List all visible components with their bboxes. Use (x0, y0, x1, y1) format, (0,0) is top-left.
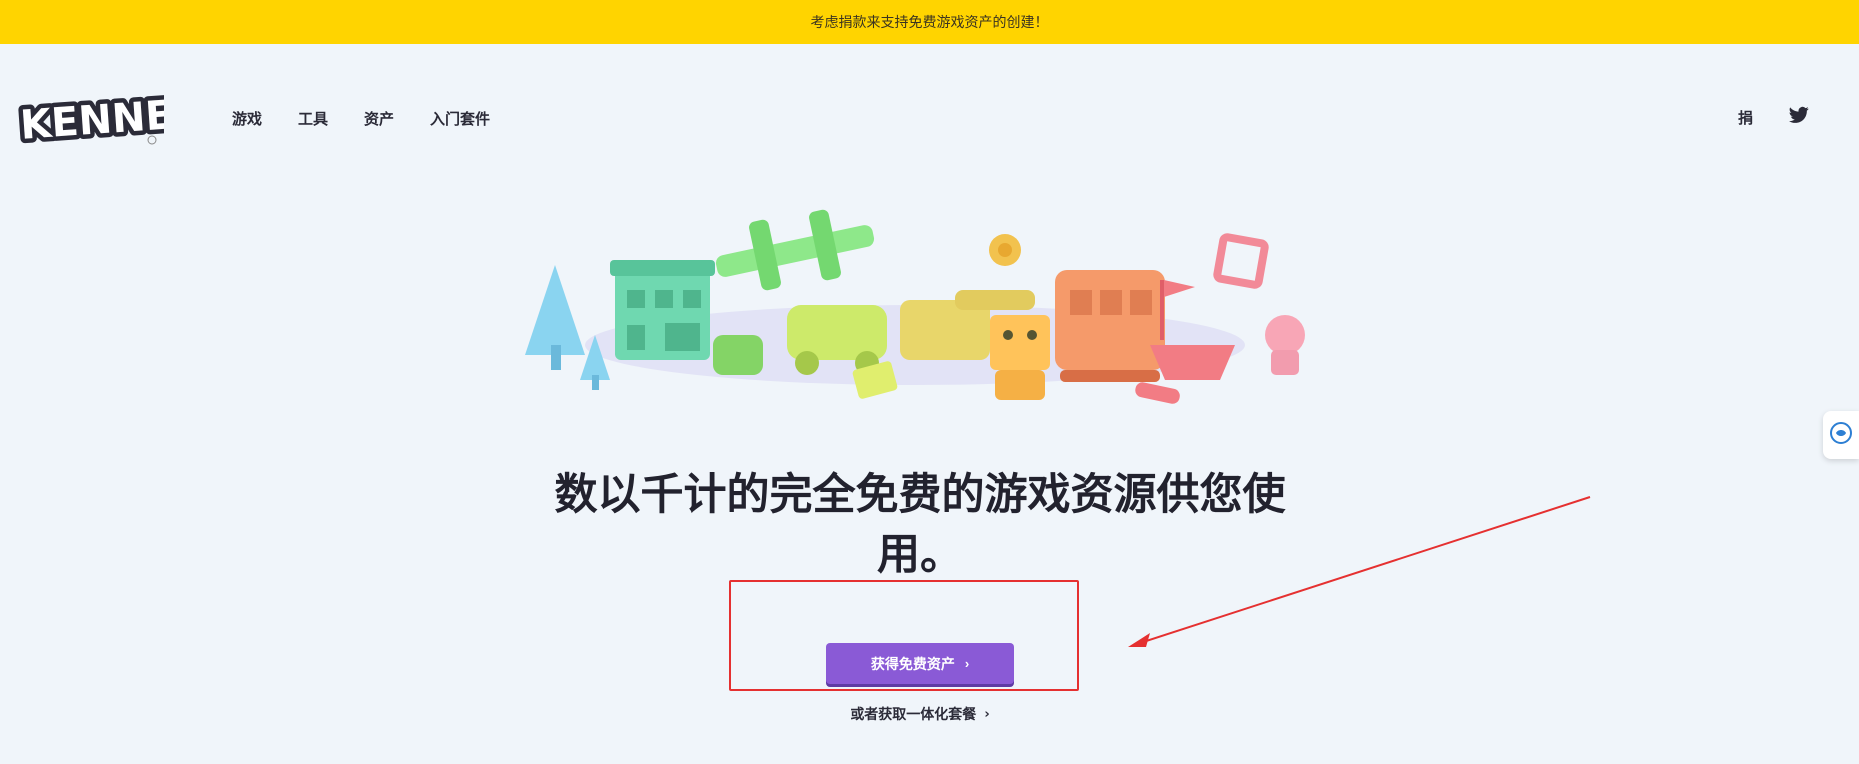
nav-item-donate[interactable]: 捐 (1738, 107, 1753, 128)
twitter-icon[interactable] (1789, 106, 1809, 128)
plane-model (715, 209, 875, 291)
building-model (610, 260, 715, 360)
get-free-assets-button[interactable]: 获得免费资产 › (826, 643, 1014, 684)
svg-text:KENNEY: KENNEY (19, 90, 164, 146)
translate-icon (1829, 421, 1853, 449)
nav-right: 捐 (1738, 106, 1809, 128)
robot-model (990, 315, 1050, 400)
nav-item-tools[interactable]: 工具 (298, 108, 328, 129)
tree-model (525, 265, 610, 390)
chevron-right-icon: › (964, 656, 970, 671)
jeep-model (787, 305, 898, 399)
hero-illustration (515, 205, 1320, 429)
main-nav: 游戏 工具 资产 入门套件 (232, 108, 526, 129)
nav-item-games[interactable]: 游戏 (232, 108, 262, 129)
donation-banner[interactable]: 考虑捐款来支持免费游戏资产的创建！ (0, 0, 1859, 44)
train-model (1055, 270, 1165, 382)
nav-item-starter-kits[interactable]: 入门套件 (430, 108, 490, 129)
get-free-assets-label: 获得免费资产 (870, 655, 955, 672)
translate-widget[interactable] (1823, 411, 1859, 459)
annotation-arrow (1120, 495, 1600, 659)
nav-item-assets[interactable]: 资产 (364, 108, 394, 129)
donation-banner-text: 考虑捐款来支持免费游戏资产的创建！ (810, 15, 1049, 31)
chevron-right-icon: › (984, 706, 990, 722)
kenney-logo[interactable]: KENNEY KENNEY (14, 86, 208, 154)
all-in-one-bundle-link[interactable]: 或者获取一体化套餐 › (820, 704, 1020, 724)
bundle-link-label: 或者获取一体化套餐 (850, 707, 977, 723)
